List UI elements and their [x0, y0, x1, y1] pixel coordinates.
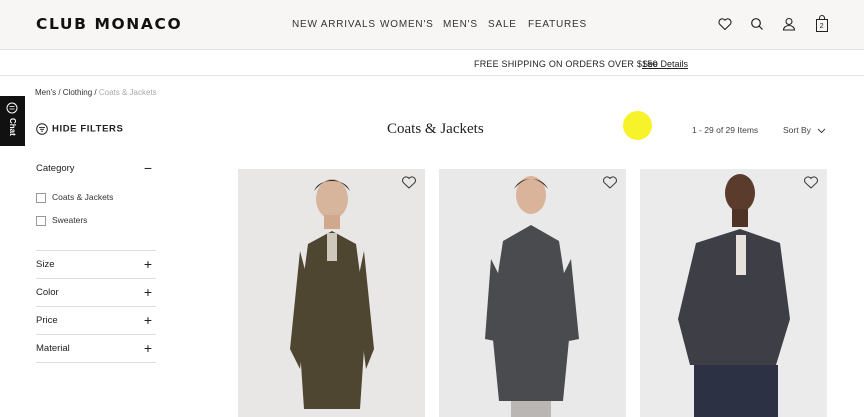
- filter-icon: [36, 123, 48, 135]
- filter-color-header[interactable]: Color +: [36, 284, 156, 300]
- nav-features[interactable]: FEATURES: [528, 19, 587, 30]
- sort-by-label: Sort By: [783, 125, 811, 135]
- add-to-wishlist-heart-icon[interactable]: [602, 175, 618, 190]
- chat-label: Chat: [8, 118, 17, 136]
- filter-price-header[interactable]: Price +: [36, 312, 156, 328]
- breadcrumb-mens[interactable]: Men's: [35, 88, 56, 97]
- add-to-wishlist-heart-icon[interactable]: [803, 175, 819, 190]
- collapse-icon: −: [143, 160, 152, 176]
- filter-color-label: Color: [36, 287, 59, 298]
- checkbox[interactable]: [36, 215, 46, 226]
- promo-bar: FREE SHIPPING ON ORDERS OVER $150 See De…: [0, 51, 864, 76]
- product-image: [238, 169, 425, 417]
- wishlist-heart-icon[interactable]: [717, 16, 733, 32]
- filter-option-sweaters[interactable]: Sweaters: [36, 215, 87, 226]
- filter-size-label: Size: [36, 259, 55, 270]
- filter-category-header[interactable]: Category −: [36, 160, 156, 176]
- nav-new-arrivals[interactable]: NEW ARRIVALS: [292, 19, 376, 30]
- breadcrumb-clothing[interactable]: Clothing: [63, 88, 92, 97]
- hide-filters-button[interactable]: HIDE FILTERS: [36, 123, 123, 135]
- divider: [36, 362, 156, 363]
- search-icon[interactable]: [749, 16, 765, 32]
- sort-by-dropdown[interactable]: Sort By: [783, 125, 826, 135]
- divider: [36, 334, 156, 335]
- product-card[interactable]: [238, 169, 425, 417]
- product-card[interactable]: [439, 169, 626, 417]
- site-header: CLUB MONACO NEW ARRIVALS WOMEN'S MEN'S S…: [0, 0, 864, 50]
- filter-price-label: Price: [36, 315, 58, 326]
- checkbox[interactable]: [36, 192, 46, 203]
- promo-text: FREE SHIPPING ON ORDERS OVER $150: [474, 59, 658, 69]
- divider: [36, 278, 156, 279]
- breadcrumb: Men's / Clothing / Coats & Jackets: [35, 88, 157, 97]
- add-to-wishlist-heart-icon[interactable]: [401, 175, 417, 190]
- filter-material-label: Material: [36, 343, 70, 354]
- brand-logo[interactable]: CLUB MONACO: [36, 15, 182, 33]
- divider: [36, 250, 156, 251]
- nav-womens[interactable]: WOMEN'S: [380, 19, 434, 30]
- chevron-down-icon: [817, 128, 826, 133]
- filter-category-label: Category: [36, 163, 75, 174]
- shopping-bag-icon[interactable]: 2: [814, 15, 830, 33]
- chat-tab[interactable]: Chat: [0, 96, 25, 146]
- expand-icon: +: [143, 284, 152, 300]
- filter-option-coats-jackets[interactable]: Coats & Jackets: [36, 192, 113, 203]
- product-image: [439, 169, 626, 417]
- item-count: 1 - 29 of 29 Items: [692, 125, 759, 135]
- divider: [36, 306, 156, 307]
- expand-icon: +: [143, 340, 152, 356]
- page-title: Coats & Jackets: [387, 121, 484, 137]
- account-icon[interactable]: [781, 16, 797, 32]
- see-details-link[interactable]: See Details: [642, 59, 688, 69]
- expand-icon: +: [143, 256, 152, 272]
- bag-count-badge: 2: [819, 21, 824, 30]
- filter-size-header[interactable]: Size +: [36, 256, 156, 272]
- breadcrumb-separator: /: [94, 88, 97, 97]
- product-card[interactable]: [640, 169, 827, 417]
- filter-option-label: Coats & Jackets: [52, 192, 114, 202]
- hide-filters-label: HIDE FILTERS: [52, 123, 124, 135]
- chat-bubble-icon: [6, 102, 18, 114]
- cursor-highlight: [623, 111, 652, 140]
- filter-material-header[interactable]: Material +: [36, 340, 156, 356]
- product-image: [640, 169, 827, 417]
- breadcrumb-current: Coats & Jackets: [98, 88, 157, 97]
- nav-sale[interactable]: SALE: [488, 19, 517, 30]
- expand-icon: +: [143, 312, 152, 328]
- nav-mens[interactable]: MEN'S: [443, 19, 478, 30]
- filter-option-label: Sweaters: [52, 215, 88, 225]
- breadcrumb-separator: /: [58, 88, 61, 97]
